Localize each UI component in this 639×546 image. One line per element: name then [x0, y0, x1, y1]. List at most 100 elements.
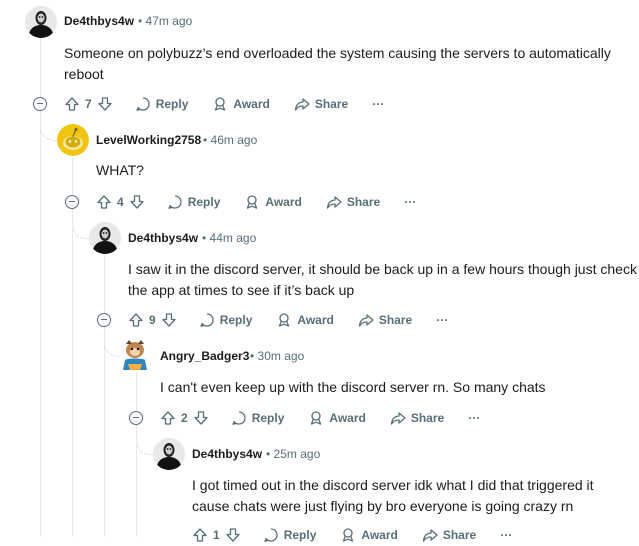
share-icon: [326, 196, 342, 209]
upvote-icon[interactable]: [192, 527, 208, 543]
share-button[interactable]: Share: [390, 410, 444, 426]
separator: •: [203, 133, 208, 147]
more-icon: ···: [500, 528, 513, 542]
share-label: Share: [314, 97, 349, 111]
award-label: Award: [265, 195, 302, 209]
vote-count: 1: [213, 528, 220, 542]
share-button[interactable]: Share: [422, 527, 476, 543]
comment-time: 47m ago: [145, 14, 193, 28]
reply-button[interactable]: Reply: [263, 527, 317, 543]
avatar[interactable]: [89, 222, 121, 254]
thread-line: [40, 38, 41, 537]
award-label: Award: [361, 528, 398, 542]
more-icon: ···: [468, 411, 481, 425]
reply-label: Reply: [219, 313, 253, 327]
downvote-icon[interactable]: [161, 312, 177, 328]
comment-body: I can't even keep up with the discord se…: [160, 379, 546, 395]
collapse-thread-button[interactable]: [33, 97, 47, 111]
reply-icon: [200, 313, 214, 327]
upvote-icon[interactable]: [160, 410, 176, 426]
separator: •: [138, 14, 143, 28]
vote-group: 7: [64, 96, 113, 112]
more-options-button[interactable]: ···: [500, 528, 512, 542]
user-avatar-icon: [25, 6, 57, 38]
comment-username[interactable]: Angry_Badger3: [160, 349, 249, 363]
reply-label: Reply: [283, 528, 317, 542]
reply-icon: [232, 411, 246, 425]
comment-actions: 1 Reply Award Share ···: [192, 524, 536, 546]
more-options-button[interactable]: ···: [372, 97, 384, 111]
reply-label: Reply: [187, 195, 221, 209]
share-icon: [358, 314, 374, 327]
vote-group: 1: [192, 527, 241, 543]
share-button[interactable]: Share: [358, 312, 412, 328]
more-options-button[interactable]: ···: [436, 313, 448, 327]
more-icon: ···: [372, 97, 385, 111]
comment-username[interactable]: De4thbys4w: [64, 14, 134, 28]
avatar[interactable]: [25, 6, 57, 38]
award-label: Award: [233, 97, 270, 111]
award-label: Award: [297, 313, 334, 327]
more-icon: ···: [436, 313, 449, 327]
share-button[interactable]: Share: [326, 194, 380, 210]
separator: •: [202, 231, 207, 245]
award-button[interactable]: Award: [212, 96, 270, 112]
collapse-thread-button[interactable]: [97, 313, 111, 327]
separator: •: [250, 349, 255, 363]
comment-time: 46m ago: [210, 133, 258, 147]
reply-label: Reply: [155, 97, 189, 111]
comment-actions: 4 Reply Award Share ···: [96, 191, 440, 213]
user-avatar-icon: [89, 222, 121, 254]
share-label: Share: [378, 313, 413, 327]
reply-label: Reply: [251, 411, 285, 425]
comment-timestamp: • 47m ago: [138, 14, 192, 28]
award-button[interactable]: Award: [276, 312, 334, 328]
separator: •: [266, 447, 271, 461]
comment-timestamp: • 46m ago: [203, 133, 257, 147]
avatar[interactable]: [57, 124, 89, 156]
reply-button[interactable]: Reply: [135, 96, 189, 112]
downvote-icon[interactable]: [193, 410, 209, 426]
collapse-thread-button[interactable]: [129, 411, 143, 425]
upvote-icon[interactable]: [64, 96, 80, 112]
comment-username[interactable]: De4thbys4w: [128, 231, 198, 245]
comment-timestamp: • 25m ago: [266, 447, 320, 461]
more-options-button[interactable]: ···: [404, 195, 416, 209]
comment-username[interactable]: LevelWorking2758: [96, 133, 201, 147]
share-label: Share: [410, 411, 445, 425]
comment-time: 25m ago: [273, 447, 321, 461]
badger-avatar-icon: [119, 338, 151, 370]
reply-button[interactable]: Reply: [231, 410, 285, 426]
comment-body: Someone on polybuzz’s end overloaded the…: [64, 45, 611, 82]
downvote-icon[interactable]: [225, 527, 241, 543]
award-button[interactable]: Award: [340, 527, 398, 543]
downvote-icon[interactable]: [97, 96, 113, 112]
vote-group: 2: [160, 410, 209, 426]
upvote-icon[interactable]: [96, 194, 112, 210]
collapse-thread-button[interactable]: [65, 195, 79, 209]
share-icon: [422, 529, 438, 542]
comment-body: I saw it in the discord server, it shoul…: [128, 261, 637, 298]
reply-button[interactable]: Reply: [199, 312, 253, 328]
award-icon: [343, 528, 354, 542]
upvote-icon[interactable]: [128, 312, 144, 328]
thread-line: [72, 158, 73, 537]
share-button[interactable]: Share: [294, 96, 348, 112]
award-button[interactable]: Award: [308, 410, 366, 426]
award-icon: [279, 313, 290, 327]
comment-time: 30m ago: [257, 349, 305, 363]
downvote-icon[interactable]: [129, 194, 145, 210]
vote-count: 9: [149, 313, 156, 327]
avatar[interactable]: [153, 438, 185, 470]
share-icon: [294, 98, 310, 111]
award-icon: [247, 195, 258, 209]
reply-button[interactable]: Reply: [167, 194, 221, 210]
comment-actions: 9 Reply Award Share ···: [128, 309, 472, 331]
comment-actions: 7 Reply Award Share ···: [64, 93, 408, 115]
comment-username[interactable]: De4thbys4w: [192, 447, 262, 461]
award-icon: [215, 97, 226, 111]
avatar[interactable]: [119, 338, 151, 370]
award-button[interactable]: Award: [244, 194, 302, 210]
thread-line: [104, 255, 105, 537]
more-options-button[interactable]: ···: [468, 411, 480, 425]
